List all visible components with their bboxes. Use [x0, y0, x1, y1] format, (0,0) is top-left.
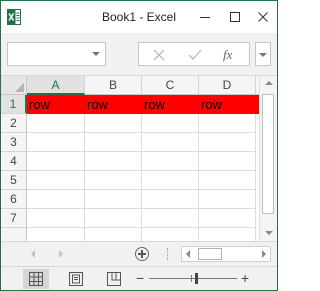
row-header-7[interactable]: 7: [1, 209, 27, 228]
cell-a6[interactable]: [27, 190, 85, 209]
cell-a4[interactable]: [27, 152, 85, 171]
zoom-in-button[interactable]: +: [241, 269, 249, 287]
row-header-3[interactable]: 3: [1, 133, 27, 152]
status-bar: − +: [1, 266, 277, 290]
column-header-a[interactable]: A: [27, 76, 85, 95]
close-icon: [258, 12, 268, 22]
worksheet-grid: A B C D 1 2 3 4 5 6 7 row row row row: [1, 76, 259, 241]
cell-c4[interactable]: [142, 152, 199, 171]
cell-b7[interactable]: [85, 209, 142, 228]
zoom-slider-center-mark: [191, 275, 192, 282]
title-bar: Book1 - Excel: [1, 1, 277, 33]
cell-a2[interactable]: [27, 114, 85, 133]
normal-view-icon: [29, 272, 43, 286]
cell-d3[interactable]: [199, 133, 256, 152]
cell-d5[interactable]: [199, 171, 256, 190]
scroll-down-icon[interactable]: [265, 231, 273, 235]
cell-d2[interactable]: [199, 114, 256, 133]
horizontal-scroll-thumb[interactable]: [198, 248, 222, 260]
formula-buttons: fx: [138, 42, 250, 66]
row-header-2[interactable]: 2: [1, 114, 27, 133]
cell-b1[interactable]: row: [85, 95, 142, 114]
zoom-slider-track[interactable]: [149, 278, 237, 279]
cell-d6[interactable]: [199, 190, 256, 209]
cell-a3[interactable]: [27, 133, 85, 152]
cell-c3[interactable]: [142, 133, 199, 152]
insert-function-button[interactable]: fx: [223, 43, 232, 67]
scroll-right-icon[interactable]: [262, 250, 266, 258]
tab-split-handle[interactable]: [167, 248, 170, 260]
select-all-button[interactable]: [1, 76, 27, 95]
cell-c7[interactable]: [142, 209, 199, 228]
column-header-b[interactable]: B: [85, 76, 142, 95]
cell-d7[interactable]: [199, 209, 256, 228]
column-header-c[interactable]: C: [142, 76, 199, 95]
scroll-up-icon[interactable]: [265, 81, 273, 85]
expand-formula-icon[interactable]: [259, 53, 267, 57]
sheet-tab-bar: [1, 241, 277, 266]
vertical-scroll-thumb[interactable]: [262, 94, 274, 214]
formula-row: fx: [1, 33, 277, 76]
cell-d8[interactable]: [199, 228, 256, 241]
row-header-1[interactable]: 1: [1, 95, 27, 114]
cell-b8[interactable]: [85, 228, 142, 241]
cell-b5[interactable]: [85, 171, 142, 190]
minimize-button[interactable]: [190, 1, 220, 33]
zoom-out-button[interactable]: −: [136, 269, 144, 287]
row-header-8[interactable]: [1, 228, 27, 241]
previous-sheet-icon[interactable]: [31, 250, 35, 258]
normal-view-button[interactable]: [23, 269, 49, 289]
minimize-icon: [200, 17, 210, 18]
cell-b6[interactable]: [85, 190, 142, 209]
column-header-d[interactable]: D: [199, 76, 256, 95]
zoom-slider-thumb[interactable]: [195, 273, 198, 284]
cell-b3[interactable]: [85, 133, 142, 152]
row-header-4[interactable]: 4: [1, 152, 27, 171]
enter-check-icon[interactable]: [185, 46, 205, 64]
cell-a7[interactable]: [27, 209, 85, 228]
page-layout-icon: [69, 272, 83, 286]
page-break-preview-button[interactable]: [101, 269, 127, 289]
cell-c2[interactable]: [142, 114, 199, 133]
cell-b4[interactable]: [85, 152, 142, 171]
vertical-scrollbar[interactable]: [259, 76, 277, 241]
cancel-icon[interactable]: [149, 46, 169, 64]
horizontal-scrollbar[interactable]: [181, 246, 271, 262]
name-box[interactable]: [7, 42, 106, 66]
select-all-icon: [15, 83, 24, 92]
row-header-5[interactable]: 5: [1, 171, 27, 190]
cell-a8[interactable]: [27, 228, 85, 241]
cell-c6[interactable]: [142, 190, 199, 209]
cell-c5[interactable]: [142, 171, 199, 190]
scroll-left-icon[interactable]: [186, 250, 190, 258]
next-sheet-icon[interactable]: [59, 250, 63, 258]
cell-c8[interactable]: [142, 228, 199, 241]
cell-a1[interactable]: row: [27, 95, 85, 114]
page-break-icon: [107, 272, 121, 286]
formula-input[interactable]: [255, 42, 271, 66]
cell-a5[interactable]: [27, 171, 85, 190]
page-layout-view-button[interactable]: [63, 269, 89, 289]
excel-window: Book1 - Excel fx A B C D 1 2 3 4 5 6 7 r…: [0, 0, 278, 291]
cell-d1[interactable]: row: [199, 95, 259, 114]
add-sheet-icon[interactable]: [135, 247, 149, 261]
cell-c1[interactable]: row: [142, 95, 199, 114]
maximize-icon: [230, 12, 240, 22]
close-button[interactable]: [248, 1, 278, 33]
maximize-button[interactable]: [220, 1, 250, 33]
row-header-6[interactable]: 6: [1, 190, 27, 209]
cell-b2[interactable]: [85, 114, 142, 133]
cell-d4[interactable]: [199, 152, 256, 171]
chevron-down-icon[interactable]: [92, 52, 100, 56]
